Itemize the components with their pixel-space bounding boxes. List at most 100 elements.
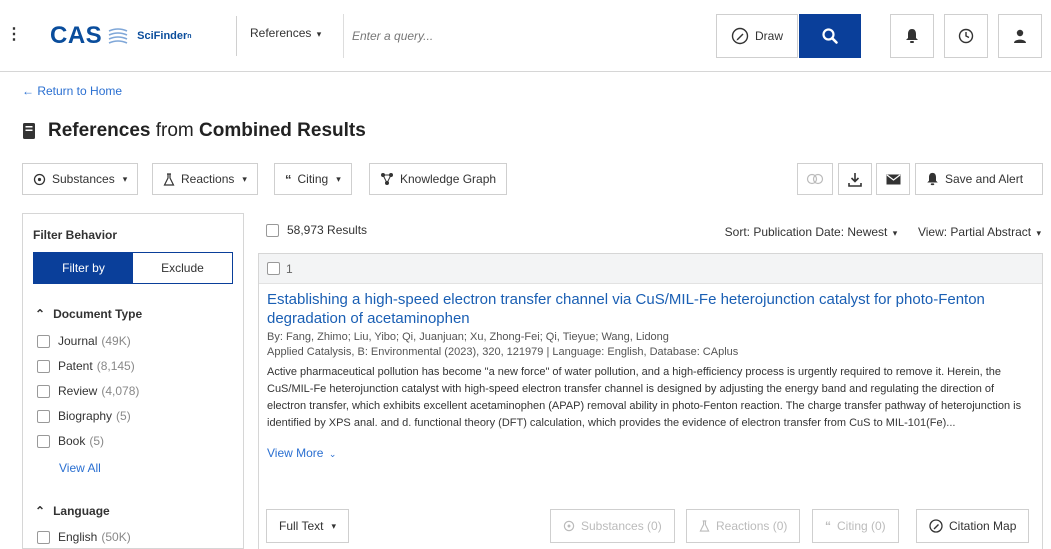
search-type-select[interactable]: References ▾ (250, 26, 321, 40)
facet-biography[interactable]: Biography (5) (37, 409, 131, 423)
compare-icon (806, 173, 824, 185)
user-icon (1014, 29, 1026, 43)
citation-map-button[interactable]: Citation Map (916, 509, 1030, 543)
checkbox[interactable] (37, 384, 50, 398)
chevron-down-icon: ▾ (336, 173, 341, 184)
checkbox[interactable] (37, 334, 50, 348)
result-substances-button[interactable]: Substances (0) (550, 509, 675, 543)
result-reactions-button[interactable]: Reactions (0) (686, 509, 801, 543)
compare-button[interactable] (797, 163, 833, 195)
filter-mode-toggle: Filter by Exclude (33, 252, 233, 284)
document-icon (23, 123, 35, 139)
cas-logo-mark-icon (108, 28, 128, 44)
history-button[interactable] (944, 14, 988, 58)
flask-icon (699, 520, 710, 532)
result-card-header: 1 (259, 254, 1042, 284)
result-reactions-label: Reactions (0) (716, 519, 788, 533)
save-and-alert-button[interactable]: Save and Alert (915, 163, 1043, 195)
knowledge-graph-button[interactable]: Knowledge Graph (369, 163, 508, 195)
facet-english[interactable]: English (50K) (37, 530, 131, 544)
abstract-fade (267, 424, 1035, 442)
chevron-down-icon: ▾ (331, 520, 336, 531)
chevron-up-icon: ⌃ (35, 504, 46, 518)
article-authors: By: Fang, Zhimo; Liu, Yibo; Qi, Juanjuan… (267, 331, 669, 343)
more-vertical-icon[interactable]: ⋮ (6, 25, 22, 47)
chevron-up-icon: ⌃ (35, 307, 46, 321)
cas-logo[interactable]: CAS SciFinder n (50, 20, 192, 52)
substance-icon (563, 520, 575, 532)
result-index: 1 (286, 261, 293, 276)
search-button[interactable] (799, 14, 861, 58)
account-button[interactable] (998, 14, 1042, 58)
facet-patent[interactable]: Patent (8,145) (37, 359, 135, 373)
title-suffix: Combined Results (199, 120, 366, 141)
result-citing-button[interactable]: “ Citing (0) (812, 509, 899, 543)
email-button[interactable] (876, 163, 910, 195)
title-mid: from (150, 120, 200, 141)
filter-by-button[interactable]: Filter by (34, 253, 133, 283)
facet-count: (8,145) (96, 359, 135, 373)
reactions-menu-button[interactable]: Reactions ▾ (152, 163, 258, 195)
checkbox[interactable] (37, 409, 50, 423)
article-meta: By: Fang, Zhimo; Liu, Yibo; Qi, Juanjuan… (267, 330, 1032, 360)
alerts-button[interactable] (890, 14, 934, 58)
results-panel: 58,973 Results Sort: Publication Date: N… (258, 213, 1051, 549)
bell-icon (927, 172, 938, 186)
facet-count: (5) (89, 434, 105, 448)
full-text-button[interactable]: Full Text ▾ (266, 509, 349, 543)
envelope-icon (886, 174, 900, 184)
document-type-header[interactable]: ⌃ Document Type (35, 307, 142, 321)
facet-label: Patent (58, 359, 93, 373)
language-header[interactable]: ⌃ Language (35, 504, 110, 518)
facet-book[interactable]: Book (5) (37, 434, 104, 448)
sort-select[interactable]: Sort: Publication Date: Newest ▾ (725, 225, 898, 239)
citation-map-icon (929, 519, 943, 533)
view-all-link[interactable]: View All (59, 461, 101, 475)
citing-menu-button[interactable]: “ Citing ▾ (274, 163, 352, 195)
citation-map-label: Citation Map (949, 519, 1017, 533)
return-to-home-link[interactable]: ← Return to Home (22, 84, 122, 98)
view-more-link[interactable]: View More ⌄ (267, 446, 336, 460)
sort-label: Sort: Publication Date: Newest (724, 225, 888, 239)
facet-count: (50K) (101, 530, 131, 544)
facet-label: English (58, 530, 98, 544)
select-all-checkbox[interactable] (266, 223, 279, 237)
search-type-label: References (250, 26, 312, 40)
facet-label: Journal (58, 334, 98, 348)
document-type-label: Document Type (53, 307, 143, 321)
download-icon (848, 172, 862, 187)
page-title: References from Combined Results (48, 120, 366, 142)
pencil-icon (731, 27, 749, 45)
save-alert-label: Save and Alert (945, 172, 1024, 186)
checkbox[interactable] (37, 530, 50, 544)
divider (236, 16, 237, 56)
search-input[interactable] (343, 14, 715, 58)
facet-journal[interactable]: Journal (49K) (37, 334, 131, 348)
flask-icon (163, 172, 175, 186)
download-button[interactable] (838, 163, 872, 195)
chevron-down-icon: ▾ (1036, 228, 1041, 238)
view-more-label: View More (267, 446, 324, 460)
result-substances-label: Substances (0) (581, 519, 662, 533)
facet-count: (4,078) (101, 384, 140, 398)
exclude-button[interactable]: Exclude (133, 253, 232, 283)
facet-review[interactable]: Review (4,078) (37, 384, 139, 398)
page-header: References from Combined Results (22, 120, 366, 142)
substances-menu-button[interactable]: Substances ▾ (22, 163, 139, 195)
result-count: 58,973 Results (287, 223, 368, 237)
filter-behavior-heading: Filter Behavior (33, 228, 118, 242)
language-label: Language (53, 504, 110, 518)
checkbox[interactable] (37, 434, 50, 448)
view-select[interactable]: View: Partial Abstract ▾ (918, 225, 1041, 239)
result-checkbox[interactable] (267, 262, 280, 275)
quote-icon: “ (825, 519, 831, 533)
search-icon (822, 28, 838, 44)
view-label: View: Partial Abstract (917, 225, 1032, 239)
draw-button[interactable]: Draw (716, 14, 798, 58)
checkbox[interactable] (37, 359, 50, 373)
article-source: Applied Catalysis, B: Environmental (202… (267, 346, 739, 358)
article-title-link[interactable]: Establishing a high-speed electron trans… (267, 290, 1032, 328)
reactions-label: Reactions (181, 172, 235, 186)
product-name: SciFinder (137, 30, 188, 42)
filter-sidebar: Filter Behavior Filter by Exclude ⌃ Docu… (22, 213, 244, 549)
